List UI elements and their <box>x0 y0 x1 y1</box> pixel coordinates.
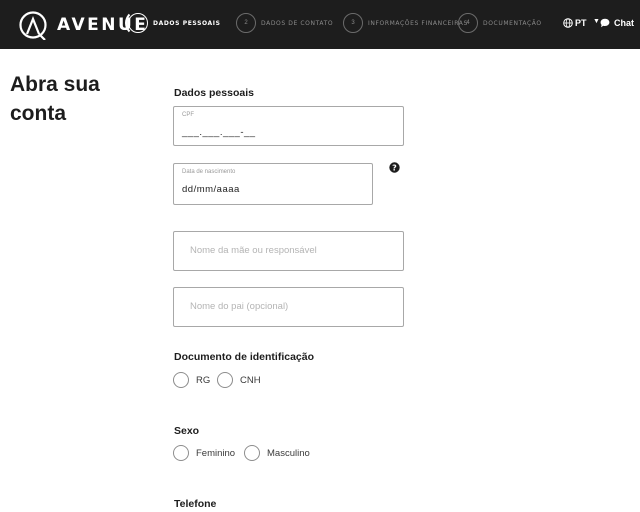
radio-circle[interactable] <box>173 372 189 388</box>
id-document-radio-group: RG CNH <box>173 372 293 390</box>
chat-bubble-icon <box>600 18 610 28</box>
step-number: 4 <box>458 13 478 33</box>
radio-circle[interactable] <box>244 445 260 461</box>
radio-rg[interactable]: RG <box>173 372 215 390</box>
step-label: DOCUMENTAÇÃO <box>483 20 542 27</box>
step-label: DADOS PESSOAIS <box>153 20 221 27</box>
page-title: Abra sua conta <box>10 73 100 125</box>
radio-label: Feminino <box>196 448 236 459</box>
birthdate-value: dd/mm/aaaa <box>182 184 240 195</box>
radio-feminino[interactable]: Feminino <box>173 445 241 463</box>
globe-icon <box>563 18 573 28</box>
radio-cnh[interactable]: CNH <box>217 372 269 390</box>
personal-data-heading: Dados pessoais <box>174 87 254 99</box>
step-label: DADOS DE CONTATO <box>261 20 334 27</box>
mother-name-field[interactable]: Nome da mãe ou responsável <box>173 231 404 271</box>
chevron-down-icon: ▼ <box>593 18 600 25</box>
cpf-label: CPF <box>182 112 194 118</box>
language-code: PT <box>575 18 587 28</box>
question-circle-icon[interactable]: ? <box>389 162 400 173</box>
radio-label: Masculino <box>267 448 310 459</box>
svg-text:?: ? <box>392 163 397 172</box>
cpf-value: ___.___.___-__ <box>182 127 256 138</box>
step-informacoes-financeiras[interactable]: 3 INFORMAÇÕES FINANCEIRAS <box>343 13 467 35</box>
step-number: 1 <box>128 13 148 33</box>
avenue-logo-icon[interactable] <box>18 10 48 40</box>
cpf-field[interactable]: CPF ___.___.___-__ <box>173 106 404 146</box>
id-document-heading: Documento de identificação <box>174 351 315 363</box>
mother-name-placeholder: Nome da mãe ou responsável <box>190 245 317 256</box>
sex-radio-group: Feminino Masculino <box>173 445 333 463</box>
step-number: 2 <box>236 13 256 33</box>
radio-circle[interactable] <box>173 445 189 461</box>
father-name-placeholder: Nome do pai (opcional) <box>190 301 289 312</box>
radio-masculino[interactable]: Masculino <box>244 445 324 463</box>
step-dados-pessoais[interactable]: 1 DADOS PESSOAIS <box>125 10 221 36</box>
step-documentacao[interactable]: 4 DOCUMENTAÇÃO <box>458 13 548 35</box>
step-label: INFORMAÇÕES FINANCEIRAS <box>368 20 468 27</box>
birthdate-field[interactable]: Data de nascimento dd/mm/aaaa <box>173 163 373 205</box>
chat-label: Chat <box>614 18 634 28</box>
step-number: 3 <box>343 13 363 33</box>
radio-circle[interactable] <box>217 372 233 388</box>
top-navigation-bar: AVENUE 1 DADOS PESSOAIS 2 DADOS DE CONTA… <box>0 0 640 49</box>
sex-heading: Sexo <box>174 425 200 437</box>
radio-label: CNH <box>240 375 261 386</box>
step-dados-de-contato[interactable]: 2 DADOS DE CONTATO <box>236 13 336 35</box>
father-name-field[interactable]: Nome do pai (opcional) <box>173 287 404 327</box>
phone-heading: Telefone <box>174 498 217 510</box>
birthdate-label: Data de nascimento <box>182 169 236 175</box>
radio-label: RG <box>196 375 211 386</box>
